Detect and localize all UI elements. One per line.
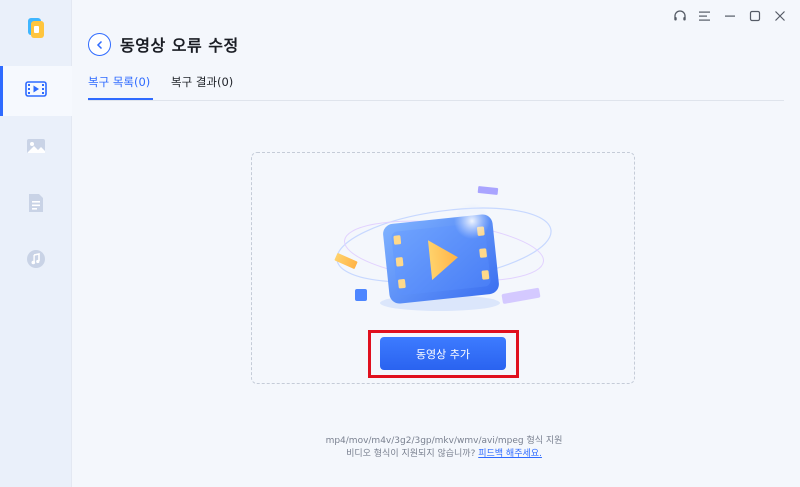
add-video-button[interactable]: 동영상 추가 <box>380 337 506 370</box>
sidebar-item-audio[interactable] <box>0 236 72 286</box>
chevron-left-icon <box>95 35 105 54</box>
page-title: 동영상 오류 수정 <box>120 36 239 55</box>
video-icon <box>25 80 47 102</box>
unsupported-question: 비디오 형식이 지원되지 않습니까? <box>346 449 476 459</box>
sidebar-item-photo[interactable] <box>0 123 72 173</box>
maximize-icon[interactable] <box>742 6 767 26</box>
sidebar-item-document[interactable] <box>0 180 72 230</box>
tab-bar: 복구 목록(0) 복구 결과(0) <box>88 73 784 101</box>
unsupported-format-line: 비디오 형식이 지원되지 않습니까? 피드백 해주세요. <box>0 446 800 459</box>
video-drop-zone[interactable]: 동영상 추가 <box>251 152 635 384</box>
app-logo-icon <box>26 17 46 39</box>
photo-icon <box>26 137 46 159</box>
tab-recovery-results[interactable]: 복구 결과(0) <box>171 73 233 100</box>
video-illustration-icon <box>330 181 560 311</box>
sidebar <box>0 0 72 487</box>
menu-icon[interactable] <box>692 6 717 26</box>
minimize-icon[interactable] <box>717 6 742 26</box>
sidebar-item-video[interactable] <box>0 66 72 116</box>
tab-recovery-list[interactable]: 복구 목록(0) <box>88 73 153 100</box>
document-icon <box>27 193 45 217</box>
supported-formats-text: mp4/mov/m4v/3g2/3gp/mkv/wmv/avi/mpeg 형식 … <box>325 436 563 446</box>
close-icon[interactable] <box>767 6 792 26</box>
page-header: 동영상 오류 수정 <box>88 32 239 56</box>
window-controls <box>667 6 792 26</box>
music-icon <box>26 249 46 273</box>
headset-icon[interactable] <box>667 6 692 26</box>
feedback-link[interactable]: 피드백 해주세요. <box>478 449 542 459</box>
back-button[interactable] <box>88 32 111 56</box>
